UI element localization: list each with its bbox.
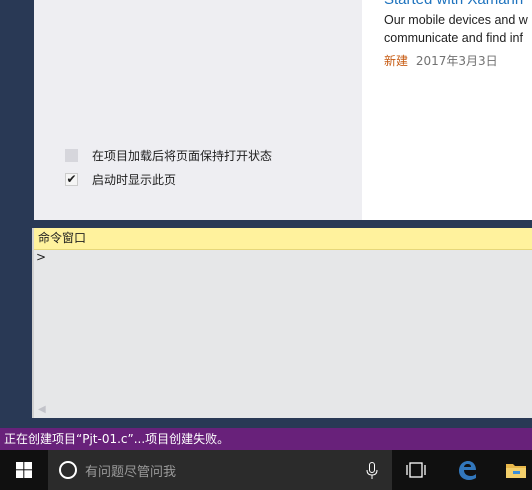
option-keep-page-open[interactable]: 在项目加载后将页面保持打开状态 (65, 146, 272, 164)
news-desc-line-2: communicate and find inf (384, 31, 523, 45)
task-view-icon[interactable] (392, 450, 440, 490)
horizontal-scrollbar[interactable]: ◀ (34, 402, 532, 418)
microphone-icon[interactable] (366, 462, 378, 484)
command-window-title[interactable]: 命令窗口 (34, 228, 532, 250)
news-item-title[interactable]: Started with Xamarin (384, 0, 523, 8)
file-explorer-icon[interactable] (492, 450, 532, 490)
command-prompt[interactable]: > (36, 250, 46, 264)
option-show-on-startup[interactable]: ✔ 启动时显示此页 (65, 170, 176, 188)
keep-open-checkbox[interactable] (65, 148, 78, 162)
status-bar: 正在创建项目“Pjt-01.c”...项目创建失败。 (0, 428, 532, 450)
taskbar-search-box[interactable]: 有问题尽管问我 (48, 450, 392, 490)
scroll-left-arrow-icon[interactable]: ◀ (38, 404, 46, 415)
visual-studio-window: 在项目加载后将页面保持打开状态 ✔ 启动时显示此页 Started with X… (0, 0, 532, 428)
news-item-description: Our mobile devices and w communicate and… (384, 11, 532, 47)
command-window[interactable]: 命令窗口 > ◀ (32, 228, 532, 418)
windows-start-icon[interactable] (0, 450, 48, 490)
edge-browser-icon[interactable] (443, 450, 491, 490)
start-page-left-panel: 在项目加载后将页面保持打开状态 ✔ 启动时显示此页 (34, 0, 362, 220)
news-desc-line-1: Our mobile devices and w (384, 13, 528, 27)
show-on-startup-label: 启动时显示此页 (92, 172, 177, 187)
show-on-startup-checkbox[interactable]: ✔ (65, 172, 78, 186)
search-placeholder[interactable]: 有问题尽管问我 (85, 461, 176, 480)
news-date: 2017年3月3日 (415, 54, 498, 68)
start-page-news-panel: Started with Xamarin Our mobile devices … (362, 0, 532, 220)
windows-taskbar: 有问题尽管问我 (0, 450, 532, 490)
keep-open-label: 在项目加载后将页面保持打开状态 (92, 148, 273, 163)
cortana-icon[interactable] (59, 461, 77, 479)
news-new-badge: 新建 (384, 54, 409, 68)
news-item-meta: 新建 2017年3月3日 (384, 52, 498, 69)
